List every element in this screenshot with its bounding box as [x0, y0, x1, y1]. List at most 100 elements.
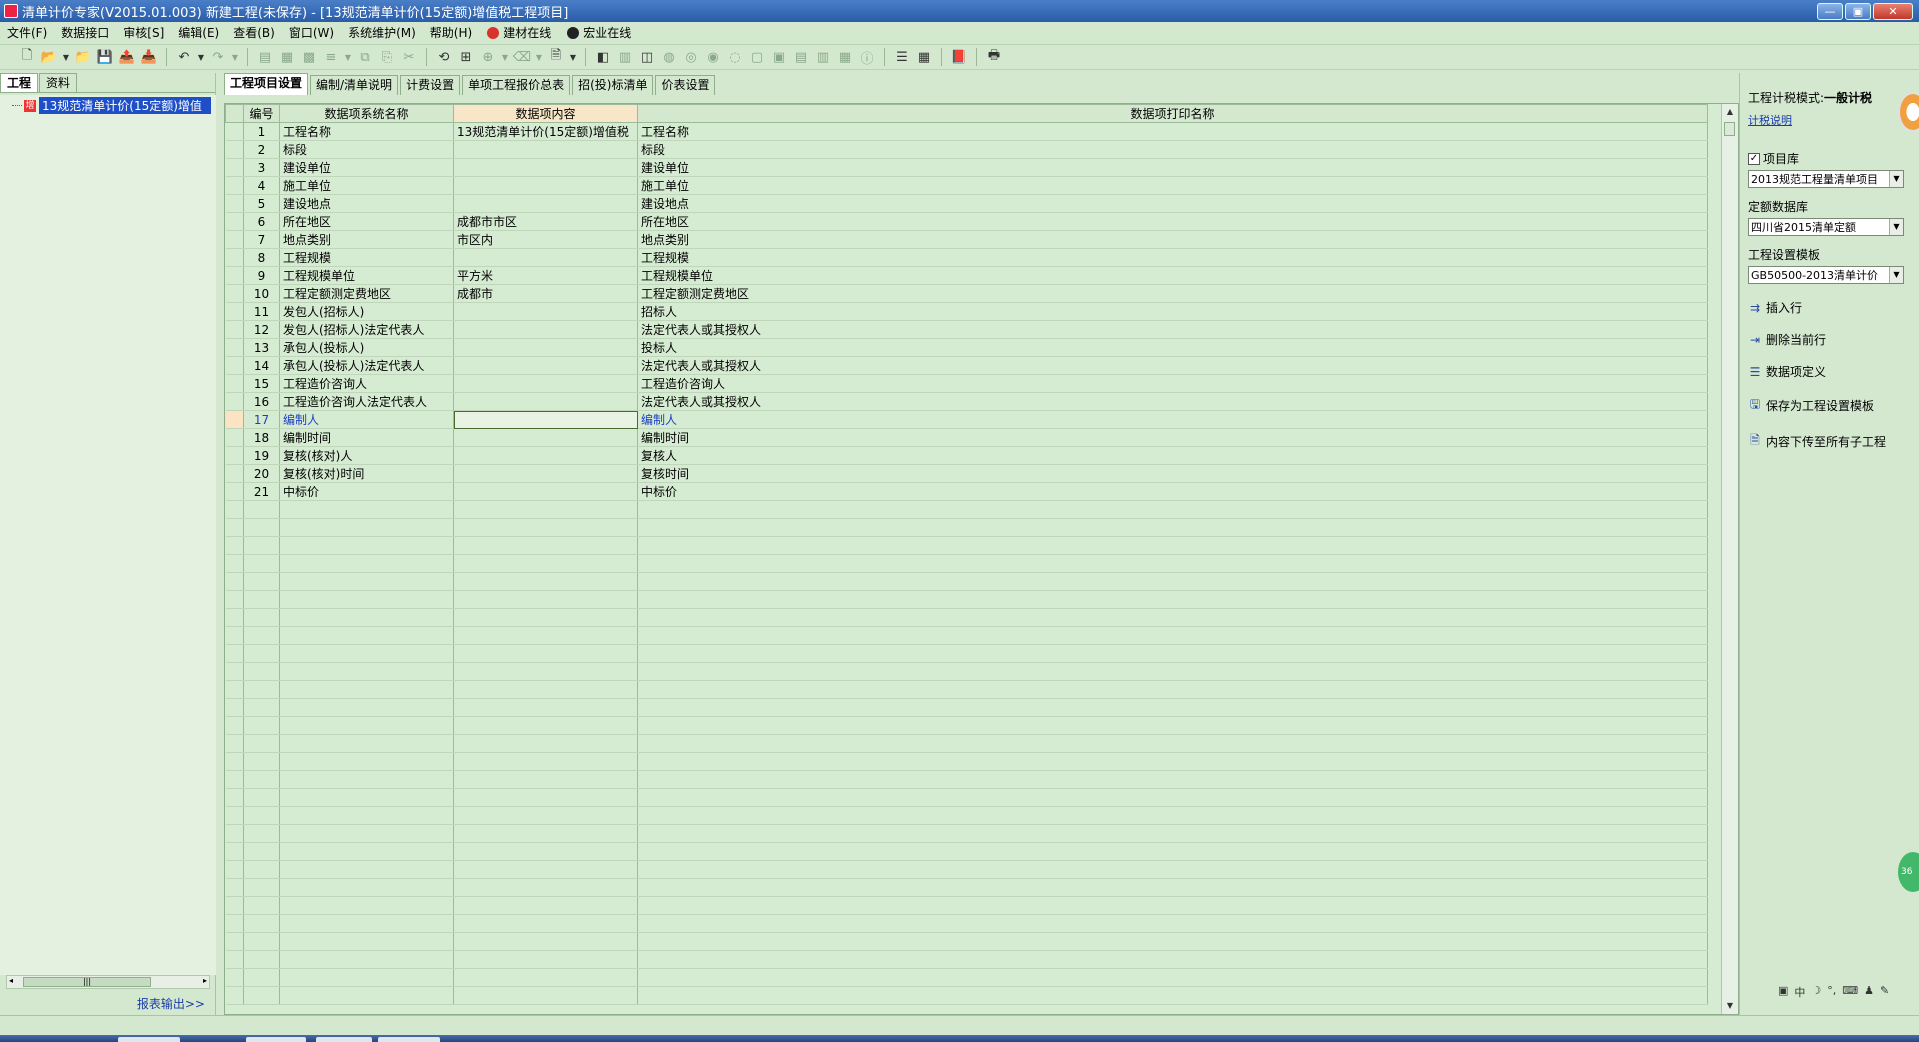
scroll-down-icon[interactable]: ▼: [1722, 998, 1738, 1014]
cell-print-name[interactable]: 投标人: [637, 338, 1708, 357]
cell-print-name[interactable]: 工程规模单位: [637, 266, 1708, 285]
table-row[interactable]: [225, 518, 1708, 537]
ime-chinese-icon[interactable]: 中: [1794, 984, 1805, 1000]
cell-print-name[interactable]: [637, 878, 1708, 897]
table-row[interactable]: [225, 788, 1708, 807]
column-header-content[interactable]: 数据项内容: [453, 104, 638, 123]
cell-no[interactable]: [243, 752, 280, 771]
cell-print-name[interactable]: 地点类别: [637, 230, 1708, 249]
cell-no[interactable]: [243, 500, 280, 519]
chevron-down-icon[interactable]: ▼: [1889, 219, 1903, 235]
table-row[interactable]: [225, 896, 1708, 915]
table-row[interactable]: [225, 572, 1708, 591]
cell-system-name[interactable]: 工程定额测定费地区: [279, 284, 454, 303]
folder-icon[interactable]: 📁: [73, 47, 93, 67]
cell-content[interactable]: [453, 986, 638, 1005]
project-lib-checkbox-row[interactable]: ✓ 项目库: [1748, 150, 1911, 167]
cell-content[interactable]: [453, 914, 638, 933]
row-selector[interactable]: [225, 392, 244, 411]
cell-content[interactable]: [453, 248, 638, 267]
taskbar-item[interactable]: [118, 1037, 180, 1042]
table-row[interactable]: [225, 950, 1708, 969]
cell-no[interactable]: 5: [243, 194, 280, 213]
column-header-print-name[interactable]: 数据项打印名称: [637, 104, 1708, 123]
cell-content[interactable]: 成都市: [453, 284, 638, 303]
cell-print-name[interactable]: 工程规模: [637, 248, 1708, 267]
row-selector[interactable]: [225, 230, 244, 249]
taskbar-item[interactable]: [378, 1037, 440, 1042]
row-selector[interactable]: [225, 374, 244, 393]
cell-content[interactable]: [453, 320, 638, 339]
table-row[interactable]: 12 发包人(招标人)法定代表人 法定代表人或其授权人: [225, 320, 1708, 339]
cell-print-name[interactable]: [637, 680, 1708, 699]
define-data-item-button[interactable]: ☰ 数据项定义: [1748, 363, 1911, 380]
close-button[interactable]: ✕: [1873, 2, 1913, 20]
cell-system-name[interactable]: 中标价: [279, 482, 454, 501]
cell-print-name[interactable]: 法定代表人或其授权人: [637, 356, 1708, 375]
cell-no[interactable]: [243, 806, 280, 825]
cell-system-name[interactable]: 所在地区: [279, 212, 454, 231]
project-lib-select[interactable]: 2013规范工程量清单项目 ▼: [1748, 170, 1904, 188]
cell-content[interactable]: [453, 662, 638, 681]
cell-no[interactable]: [243, 842, 280, 861]
row-selector[interactable]: [225, 518, 244, 537]
table-row[interactable]: 8 工程规模 工程规模: [225, 248, 1708, 267]
row-selector[interactable]: [225, 698, 244, 717]
cell-system-name[interactable]: [279, 644, 454, 663]
cell-no[interactable]: 14: [243, 356, 280, 375]
cell-system-name[interactable]: 承包人(投标人): [279, 338, 454, 357]
cell-print-name[interactable]: [637, 932, 1708, 951]
row-selector[interactable]: [225, 806, 244, 825]
table-row[interactable]: [225, 932, 1708, 951]
cell-system-name[interactable]: [279, 968, 454, 987]
cell-print-name[interactable]: [637, 608, 1708, 627]
table-row[interactable]: 10 工程定额测定费地区 成都市 工程定额测定费地区: [225, 284, 1708, 303]
table-row[interactable]: [225, 878, 1708, 897]
cell-system-name[interactable]: [279, 626, 454, 645]
chevron-down-icon[interactable]: ▼: [196, 47, 206, 67]
cell-content[interactable]: [453, 482, 638, 501]
cell-no[interactable]: [243, 788, 280, 807]
cell-content[interactable]: [453, 374, 638, 393]
cell-system-name[interactable]: 标段: [279, 140, 454, 159]
cell-print-name[interactable]: 建设单位: [637, 158, 1708, 177]
cell-system-name[interactable]: [279, 500, 454, 519]
cell-content[interactable]: [453, 356, 638, 375]
cell-no[interactable]: [243, 968, 280, 987]
cell-no[interactable]: [243, 608, 280, 627]
cell-print-name[interactable]: [637, 698, 1708, 717]
cell-print-name[interactable]: 标段: [637, 140, 1708, 159]
table-row[interactable]: [225, 716, 1708, 735]
grid-vertical-scrollbar[interactable]: ▲ ▼: [1721, 104, 1738, 1014]
chevron-down-icon[interactable]: ▼: [534, 47, 544, 67]
table-row[interactable]: [225, 644, 1708, 663]
table-row[interactable]: 1 工程名称 13规范清单计价(15定额)增值税 工程名称: [225, 122, 1708, 141]
save-template-button[interactable]: 🖫 保存为工程设置模板: [1748, 395, 1911, 416]
row-selector[interactable]: [225, 680, 244, 699]
push-to-subprojects-button[interactable]: 🗎 内容下传至所有子工程: [1748, 431, 1911, 452]
table-row[interactable]: 21 中标价 中标价: [225, 482, 1708, 501]
cell-no[interactable]: [243, 824, 280, 843]
cell-no[interactable]: 11: [243, 302, 280, 321]
cell-print-name[interactable]: [637, 788, 1708, 807]
cell-system-name[interactable]: [279, 986, 454, 1005]
row-selector[interactable]: [225, 572, 244, 591]
left-horizontal-scrollbar[interactable]: ◂ ||| ▸: [6, 975, 210, 989]
cell-content[interactable]: [453, 590, 638, 609]
print-icon[interactable]: 🖶: [984, 47, 1004, 67]
restore-button[interactable]: ▣: [1845, 2, 1871, 20]
menu-window[interactable]: 窗口(W): [282, 24, 341, 41]
cell-no[interactable]: [243, 950, 280, 969]
cell-no[interactable]: [243, 734, 280, 753]
cell-print-name[interactable]: 工程名称: [637, 122, 1708, 141]
cell-system-name[interactable]: [279, 824, 454, 843]
lock-icon[interactable]: ⊕: [478, 47, 498, 67]
cell-no[interactable]: 15: [243, 374, 280, 393]
new-file-icon[interactable]: 🗋: [17, 47, 37, 67]
scroll-right-icon[interactable]: ▸: [203, 976, 207, 985]
cell-print-name[interactable]: [637, 644, 1708, 663]
cell-no[interactable]: [243, 896, 280, 915]
table-row[interactable]: 17 编制人 编制人: [225, 410, 1708, 429]
cell-content[interactable]: [453, 176, 638, 195]
insert-row-button[interactable]: ⇉ 插入行: [1748, 299, 1911, 316]
